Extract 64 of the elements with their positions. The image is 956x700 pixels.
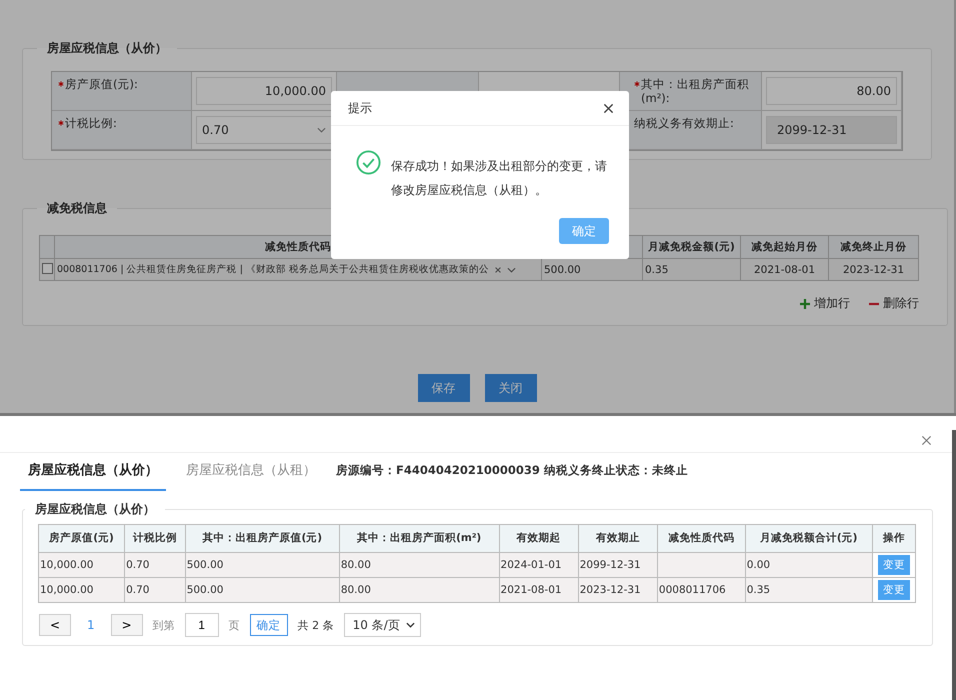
- next-page-button[interactable]: >: [110, 614, 143, 636]
- page-size-select[interactable]: 10 条/页: [344, 613, 421, 637]
- prev-page-button[interactable]: <: [39, 614, 71, 636]
- section-title: 房屋应税信息（从价）: [46, 40, 168, 57]
- table-cell: 10,000.00: [38, 578, 125, 602]
- column-header: 减免性质代码: [657, 524, 746, 552]
- column-header: 房产原值(元): [38, 524, 125, 552]
- tab[interactable]: 房屋应税信息（从租）: [178, 461, 324, 491]
- field-label: 其中：出租房产面积(m²):: [620, 72, 762, 111]
- table-cell: 80.00: [339, 552, 500, 578]
- table-cell: 0008011706: [657, 578, 746, 602]
- table-cell: 2021-08-01: [499, 578, 578, 602]
- table-cell: 500.00: [185, 552, 340, 578]
- table-cell: 2099-12-31: [578, 552, 658, 578]
- chevron-icon[interactable]: [506, 266, 516, 272]
- table-cell: 2021-08-01: [740, 258, 828, 280]
- section-title: 减免税信息: [46, 200, 108, 217]
- table-cell: 0.00: [745, 552, 872, 578]
- close-icon[interactable]: [921, 435, 932, 446]
- goto-label: 到第: [152, 618, 175, 632]
- input-field[interactable]: 10,000.00: [196, 77, 332, 105]
- row-checkbox[interactable]: [42, 262, 53, 274]
- input-field[interactable]: 80.00: [766, 77, 897, 105]
- table-cell: 500.00: [185, 578, 340, 602]
- table-cell: 2024-01-01: [499, 552, 578, 578]
- table-cell: 0.35: [642, 258, 740, 280]
- column-header: 有效期起: [499, 524, 578, 552]
- table-cell: 0.70: [124, 578, 186, 602]
- column-header: 操作: [872, 524, 916, 552]
- table-cell: 10,000.00: [38, 552, 125, 578]
- field-label: 房产原值(元):: [52, 72, 192, 111]
- total-count: 共 2 条: [298, 618, 334, 632]
- chevron-icon: [406, 622, 415, 628]
- table-cell: 2023-12-31: [578, 578, 658, 602]
- success-check-icon: [356, 150, 381, 175]
- dialog-message: 保存成功！如果涉及出租部分的变更，请修改房屋应税信息（从租）。: [391, 158, 608, 199]
- readonly-field: 2099-12-31: [766, 116, 897, 144]
- column-header: 其中：出租房产原值(元): [185, 524, 340, 552]
- close-icon[interactable]: [603, 102, 614, 114]
- table-cell: 0.35: [745, 578, 872, 602]
- plus-icon: [799, 298, 811, 310]
- table-cell: 2023-12-31: [828, 258, 918, 280]
- clear-icon[interactable]: [494, 266, 502, 274]
- delete-row-link[interactable]: 删除行: [868, 295, 919, 312]
- page-unit-label: 页: [228, 618, 240, 632]
- column-header: 减免起始月份: [740, 236, 828, 258]
- field-label: 计税比例:: [52, 111, 192, 150]
- table-cell: 500.00: [542, 258, 642, 280]
- column-header: 其中：出租房产面积(m²): [339, 524, 500, 552]
- house-info: 房源编号：F44040420210000039 纳税义务终止状态：未终止: [336, 462, 688, 478]
- tab[interactable]: 房屋应税信息（从价）: [20, 461, 166, 491]
- column-header: 月减免税额合计(元): [745, 524, 872, 552]
- select-field[interactable]: 0.70: [196, 116, 332, 144]
- column-header: 计税比例: [124, 524, 186, 552]
- column-header: 月减免税金额(元): [642, 236, 740, 258]
- table-cell: 0.70: [124, 552, 186, 578]
- chevron-icon[interactable]: [317, 127, 326, 133]
- column-header: 减免终止月份: [828, 236, 918, 258]
- column-header: 有效期止: [578, 524, 658, 552]
- table-cell: 80.00: [339, 578, 500, 602]
- dialog-title: 提示: [348, 100, 372, 116]
- page-input[interactable]: 1: [184, 613, 219, 637]
- section-title: 房屋应税信息（从价）: [34, 501, 156, 518]
- add-row-link[interactable]: 增加行: [799, 295, 850, 312]
